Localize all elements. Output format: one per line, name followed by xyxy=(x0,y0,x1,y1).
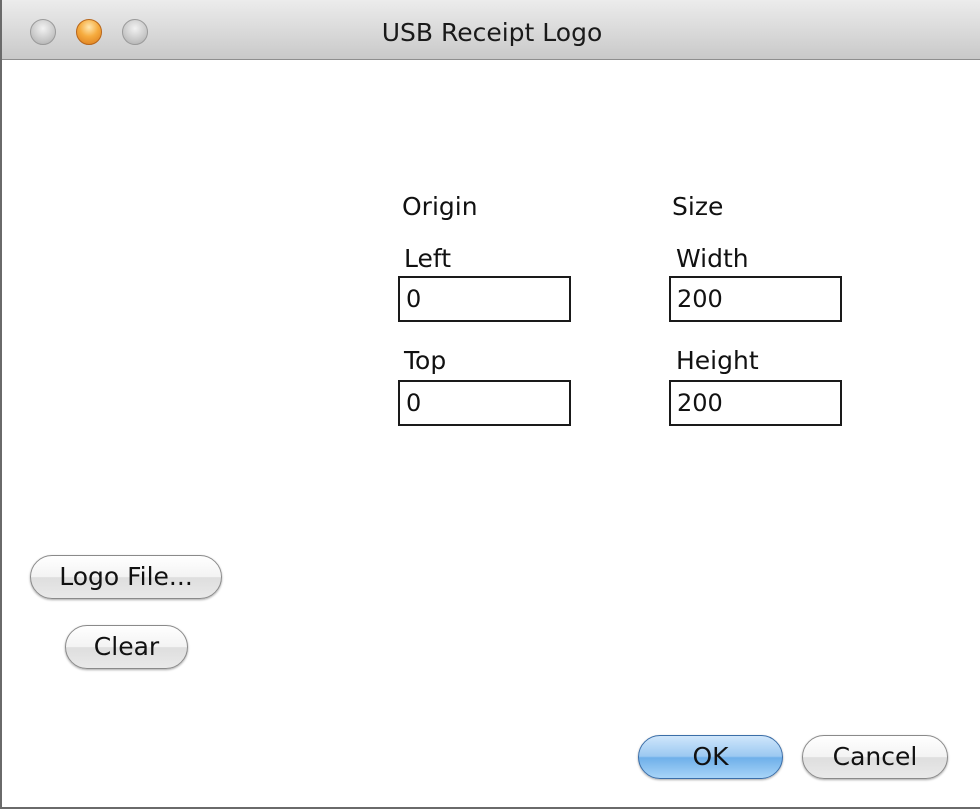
left-field[interactable]: 0 xyxy=(398,276,571,322)
title-bar[interactable]: USB Receipt Logo xyxy=(2,0,980,60)
left-label: Left xyxy=(404,244,452,273)
logo-file-button[interactable]: Logo File... xyxy=(30,555,222,599)
dialog-window: USB Receipt Logo Origin Left 0 Top 0 Siz… xyxy=(0,0,980,809)
size-heading: Size xyxy=(672,192,724,221)
width-field[interactable]: 200 xyxy=(669,276,842,322)
origin-heading: Origin xyxy=(402,192,478,221)
ok-button[interactable]: OK xyxy=(638,735,783,779)
height-field[interactable]: 200 xyxy=(669,380,842,426)
top-label: Top xyxy=(404,346,447,375)
cancel-button[interactable]: Cancel xyxy=(802,735,948,779)
height-label: Height xyxy=(676,346,759,375)
width-label: Width xyxy=(676,244,749,273)
clear-button[interactable]: Clear xyxy=(65,625,188,669)
window-title: USB Receipt Logo xyxy=(381,18,603,47)
top-field[interactable]: 0 xyxy=(398,380,571,426)
